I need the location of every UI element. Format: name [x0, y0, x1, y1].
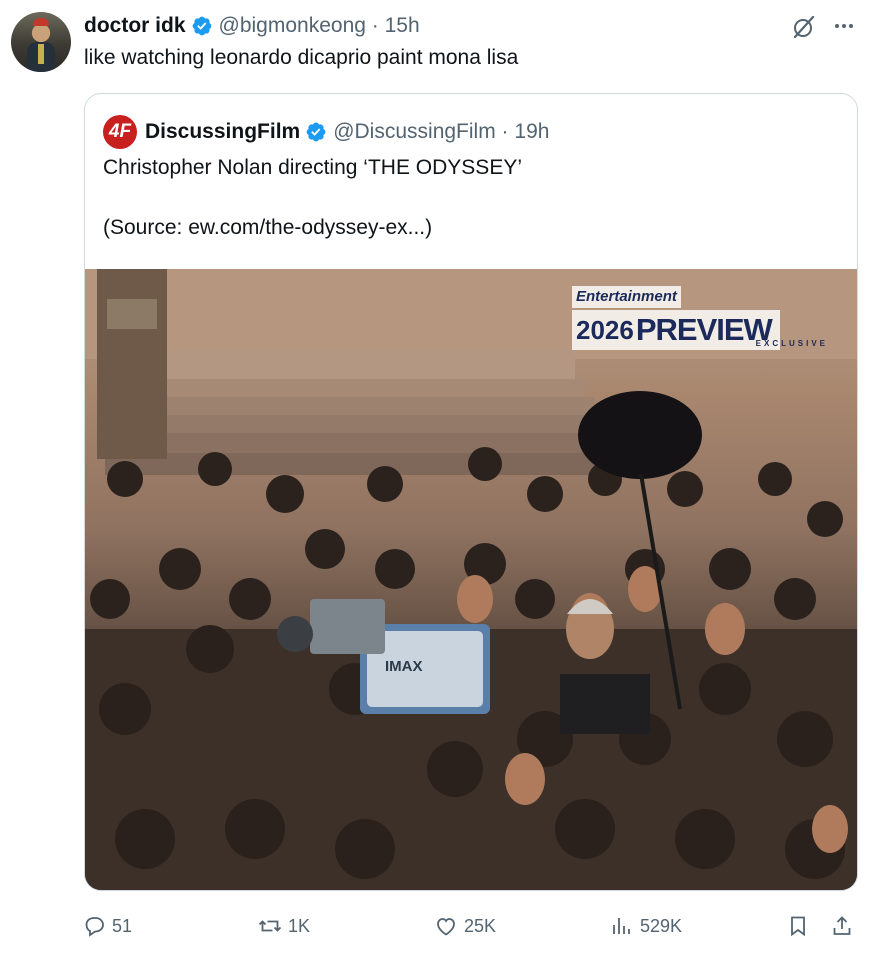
reply-icon — [85, 917, 104, 937]
like-icon — [437, 918, 455, 936]
reply-count: 51 — [112, 915, 133, 936]
ew-badge-word: PREVIEW — [635, 312, 773, 347]
separator-dot: · — [495, 120, 515, 143]
quoted-header: 4F DiscussingFilm @DiscussingFilm · 19h — [103, 115, 549, 149]
like-button[interactable]: 25K — [434, 906, 496, 946]
view-count: 529K — [640, 915, 683, 936]
ew-badge-top: Entertainment — [572, 286, 681, 308]
bookmark-icon — [791, 916, 805, 937]
share-button[interactable] — [830, 906, 860, 946]
author-display-name[interactable]: doctor idk — [84, 12, 186, 40]
photo-scene: IMAX — [85, 269, 857, 890]
quoted-display-name: DiscussingFilm — [145, 120, 301, 143]
quoted-time: 19h — [514, 120, 550, 143]
repost-button[interactable]: 1K — [258, 906, 310, 946]
ew-badge-sub: EXCLUSIVE — [755, 339, 828, 348]
quoted-text: Christopher Nolan directing ‘THE ODYSSEY… — [103, 156, 522, 179]
quoted-photo[interactable]: IMAX Entertainment 2026 PREVIEW EXCLUSIV… — [85, 269, 857, 890]
quoted-avatar-logo: 4F — [108, 121, 132, 142]
author-avatar[interactable] — [11, 12, 71, 72]
grok-icon[interactable] — [791, 14, 817, 40]
reply-button[interactable]: 51 — [82, 906, 132, 946]
repost-count: 1K — [288, 915, 311, 936]
quoted-source-text: (Source: ew.com/the-odyssey-ex...) — [103, 216, 433, 239]
bookmark-button[interactable] — [786, 906, 816, 946]
camera-label: IMAX — [385, 658, 423, 675]
views-icon — [613, 918, 630, 934]
ew-preview-badge: Entertainment 2026 PREVIEW EXCLUSIVE — [572, 286, 842, 358]
tweet-text: like watching leonardo dicaprio paint mo… — [84, 46, 519, 69]
verified-badge-icon — [192, 16, 211, 36]
tweet-time[interactable]: 15h — [385, 12, 420, 40]
quoted-handle: @DiscussingFilm — [333, 120, 496, 143]
verified-badge-icon — [306, 122, 326, 142]
quoted-tweet-card[interactable]: 4F DiscussingFilm @DiscussingFilm · 19h … — [84, 93, 858, 891]
repost-icon — [258, 920, 282, 932]
views-button[interactable]: 529K — [610, 906, 682, 946]
quoted-avatar: 4F — [103, 115, 137, 149]
ew-badge-main: 2026 PREVIEW — [572, 310, 780, 350]
tweet-header: doctor idk @bigmonkeong · 15h — [84, 12, 420, 40]
like-count: 25K — [464, 915, 497, 936]
ew-badge-year: 2026 — [576, 314, 634, 345]
share-icon — [833, 916, 851, 935]
more-icon[interactable] — [832, 14, 856, 38]
author-handle[interactable]: @bigmonkeong — [219, 12, 366, 40]
action-bar: 51 1K 25K 529K — [82, 906, 862, 946]
separator-dot: · — [365, 14, 385, 37]
